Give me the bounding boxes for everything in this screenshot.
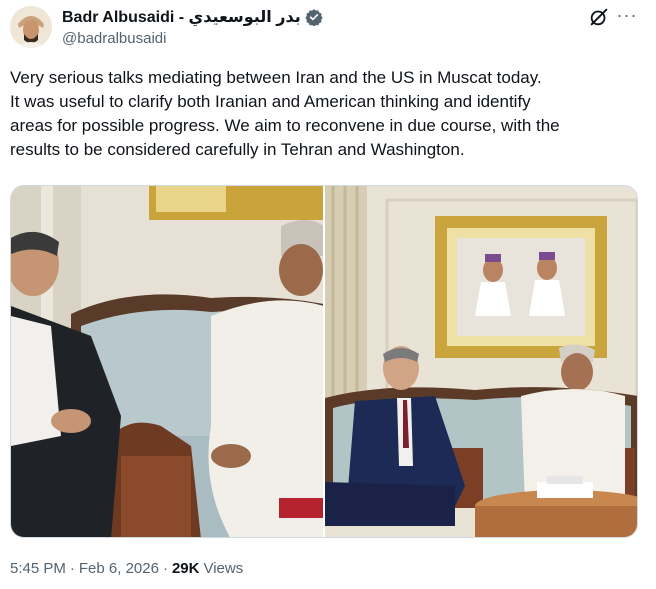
author-name-row: Badr Albusaidi - بدر البوسعيدي — [62, 7, 323, 27]
tweet-time[interactable]: 5:45 PM — [10, 560, 66, 577]
media-grid — [10, 185, 638, 538]
meta-separator: · — [162, 560, 168, 577]
more-options-button[interactable]: ··· — [614, 4, 640, 26]
author-display-name[interactable]: Badr Albusaidi - بدر البوسعيدي — [62, 7, 301, 27]
meta-separator: · — [69, 560, 75, 577]
photo-iran-meeting[interactable] — [11, 186, 323, 537]
views-label: Views — [203, 560, 244, 577]
grok-icon — [590, 8, 608, 26]
photo-us-meeting-image — [325, 186, 637, 537]
grok-button[interactable] — [588, 6, 610, 28]
verified-badge-icon — [305, 8, 323, 27]
tweet-date[interactable]: Feb 6, 2026 — [79, 560, 159, 577]
author-avatar[interactable] — [10, 6, 52, 48]
photo-us-meeting[interactable] — [325, 186, 637, 537]
author-handle[interactable]: @badralbusaidi — [62, 30, 166, 47]
avatar-photo-icon — [10, 6, 52, 48]
views-count[interactable]: 29K — [172, 560, 200, 577]
photo-iran-meeting-image — [11, 186, 323, 537]
tweet-meta: 5:45 PM · Feb 6, 2026 · 29K Views — [10, 560, 243, 577]
tweet-text: Very serious talks mediating between Ira… — [10, 68, 560, 159]
tweet: Badr Albusaidi - بدر البوسعيدي @badralbu… — [0, 0, 656, 589]
